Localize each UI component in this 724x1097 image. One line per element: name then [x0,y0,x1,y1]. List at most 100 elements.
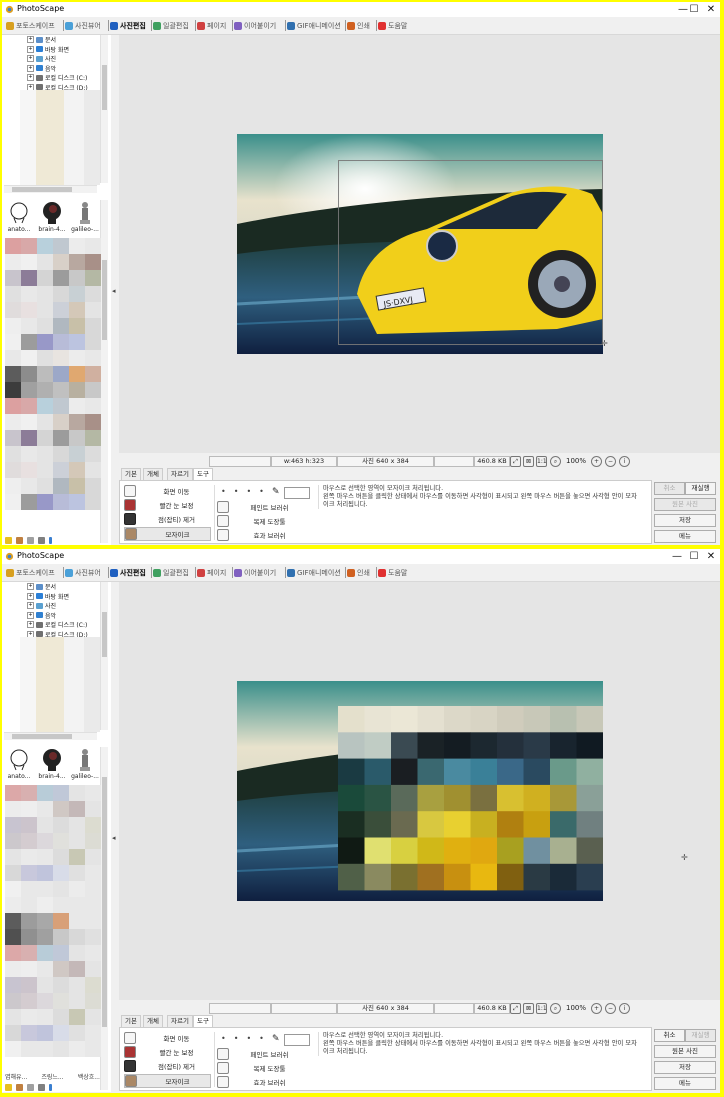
tree-vertical-scrollbar[interactable] [100,35,108,183]
thumbnail-item[interactable]: galileo-... [71,747,99,780]
info-icon[interactable]: i [619,456,630,467]
menu-tab-5[interactable]: 이어붙이기 [234,18,276,33]
thumbnail-item[interactable]: anato... [5,747,33,780]
tool-effect-brush[interactable]: 효과 브러쉬 [217,1076,302,1088]
folder-icon[interactable] [16,536,23,544]
fit-in-window-icon[interactable]: ⤢ [510,456,521,467]
folder-icon[interactable] [16,1083,23,1091]
folder-tree-item[interactable]: + 바탕 화면 [27,45,69,54]
back-arrow-icon[interactable] [27,1083,34,1091]
menu-button[interactable]: 메뉴 [654,1077,716,1090]
tool-mole-remove[interactable]: 점(잡티) 제거 [124,1060,209,1072]
menu-tab-0[interactable]: 포토스케이프 [6,18,55,33]
tab-tools[interactable]: 도구 [193,468,213,480]
edit-canvas[interactable]: JS·DXVJ ✛ [119,35,720,453]
tree-horizontal-scrollbar[interactable] [4,185,97,193]
forward-arrow-icon[interactable] [38,536,45,544]
tab-object[interactable]: 개체 [143,1015,163,1027]
menu-tab-8[interactable]: 도움말 [378,18,407,33]
expand-toggle-icon[interactable]: + [27,74,34,81]
menu-tab-2[interactable]: 사진편집 [110,18,146,33]
pen-icon[interactable]: ✎ [272,1034,280,1044]
slider-handle[interactable] [49,1083,52,1091]
slider-handle[interactable] [49,536,52,544]
menu-tab-3[interactable]: 일괄편집 [153,565,189,580]
tool-red-eye[interactable]: 빨간 눈 보정 [124,1046,209,1058]
pen-icon[interactable]: ✎ [272,487,280,497]
edit-canvas[interactable]: ✛ [119,582,720,1000]
fit-in-window-icon[interactable]: ⤢ [510,1003,521,1014]
tool-clone-stamp[interactable]: 복제 도장툴 [217,515,302,527]
menu-tab-6[interactable]: GIF애니메이션 [287,565,341,580]
thumbnail-item[interactable]: galileo-... [71,200,99,233]
menu-tab-7[interactable]: 인쇄 [347,18,370,33]
menu-tab-1[interactable]: 사진뷰어 [65,18,101,33]
folder-tree-item[interactable]: + 문서 [27,35,56,44]
folder-tree-item[interactable]: + 사진 [27,54,56,63]
redo-button[interactable]: 재실행 [685,482,716,495]
star-icon[interactable] [5,1083,12,1091]
tool-mosaic[interactable]: 모자이크 [124,527,211,541]
back-arrow-icon[interactable] [27,536,34,544]
zoom-out-icon[interactable]: − [605,456,616,467]
tool-move-view[interactable]: 화면 이동 [124,485,209,497]
expand-toggle-icon[interactable]: + [27,621,34,628]
zoom-fit-icon[interactable]: 1:1 [536,1003,547,1014]
info-icon[interactable]: i [619,1003,630,1014]
zoom-out-icon[interactable]: − [605,1003,616,1014]
zoom-search-icon[interactable]: ⌕ [550,456,561,467]
brush-size-dots[interactable]: •••• [221,487,272,496]
collapse-arrow-icon[interactable]: ◂ [112,834,116,842]
menu-tab-5[interactable]: 이어붙이기 [234,565,276,580]
menu-tab-7[interactable]: 인쇄 [347,565,370,580]
menu-tab-8[interactable]: 도움말 [378,565,407,580]
zoom-fit-icon[interactable]: 1:1 [536,456,547,467]
zoom-in-icon[interactable]: + [591,1003,602,1014]
menu-tab-1[interactable]: 사진뷰어 [65,565,101,580]
thumbnail-vertical-scrollbar[interactable] [100,200,108,543]
expand-toggle-icon[interactable]: + [27,602,34,609]
save-button[interactable]: 저장 [654,1061,716,1074]
menu-tab-4[interactable]: 페이지 [197,18,226,33]
cancel-button[interactable]: 취소 [654,1029,685,1042]
redo-button[interactable]: 재실행 [685,1029,716,1042]
tab-crop[interactable]: 자르기 [167,468,193,480]
folder-tree-item[interactable]: + 문서 [27,582,56,591]
menu-tab-4[interactable]: 페이지 [197,565,226,580]
menu-tab-6[interactable]: GIF애니메이션 [287,18,341,33]
star-icon[interactable] [5,536,12,544]
menu-button[interactable]: 메뉴 [654,530,716,543]
zoom-search-icon[interactable]: ⌕ [550,1003,561,1014]
folder-tree-item[interactable]: + 바탕 화면 [27,592,69,601]
cancel-button[interactable]: 취소 [654,482,685,495]
folder-tree-item[interactable]: + 로컬 디스크 (C:) [27,73,87,82]
save-button[interactable]: 저장 [654,514,716,527]
tool-red-eye[interactable]: 빨간 눈 보정 [124,499,209,511]
tab-tools[interactable]: 도구 [193,1015,213,1027]
panel-splitter[interactable]: ◂ [111,582,119,1092]
close-button[interactable]: ✕ [698,549,720,564]
menu-tab-2[interactable]: 사진편집 [110,565,146,580]
tree-horizontal-scrollbar[interactable] [4,732,97,740]
folder-tree-item[interactable]: + 음악 [27,64,56,73]
menu-tab-3[interactable]: 일괄편집 [153,18,189,33]
panel-splitter[interactable]: ◂ [111,35,119,545]
tab-basic[interactable]: 기본 [121,468,141,480]
expand-toggle-icon[interactable]: + [27,36,34,43]
actual-size-icon[interactable]: ⊠ [523,456,534,467]
thumbnail-item[interactable]: brain-4... [38,200,66,233]
tab-object[interactable]: 개체 [143,468,163,480]
folder-tree-item[interactable]: + 음악 [27,611,56,620]
tool-move-view[interactable]: 화면 이동 [124,1032,209,1044]
original-photo-button[interactable]: 원본 사진 [654,498,716,511]
expand-toggle-icon[interactable]: + [27,45,34,53]
forward-arrow-icon[interactable] [38,1083,45,1091]
tool-paint-brush[interactable]: 페인트 브러쉬 [217,501,302,513]
expand-toggle-icon[interactable]: + [27,64,34,72]
brush-size-select[interactable] [284,1034,310,1046]
thumbnail-item[interactable]: brain-4... [38,747,66,780]
brush-size-select[interactable] [284,487,310,499]
expand-toggle-icon[interactable]: + [27,583,34,590]
tool-clone-stamp[interactable]: 복제 도장툴 [217,1062,302,1074]
tab-basic[interactable]: 기본 [121,1015,141,1027]
